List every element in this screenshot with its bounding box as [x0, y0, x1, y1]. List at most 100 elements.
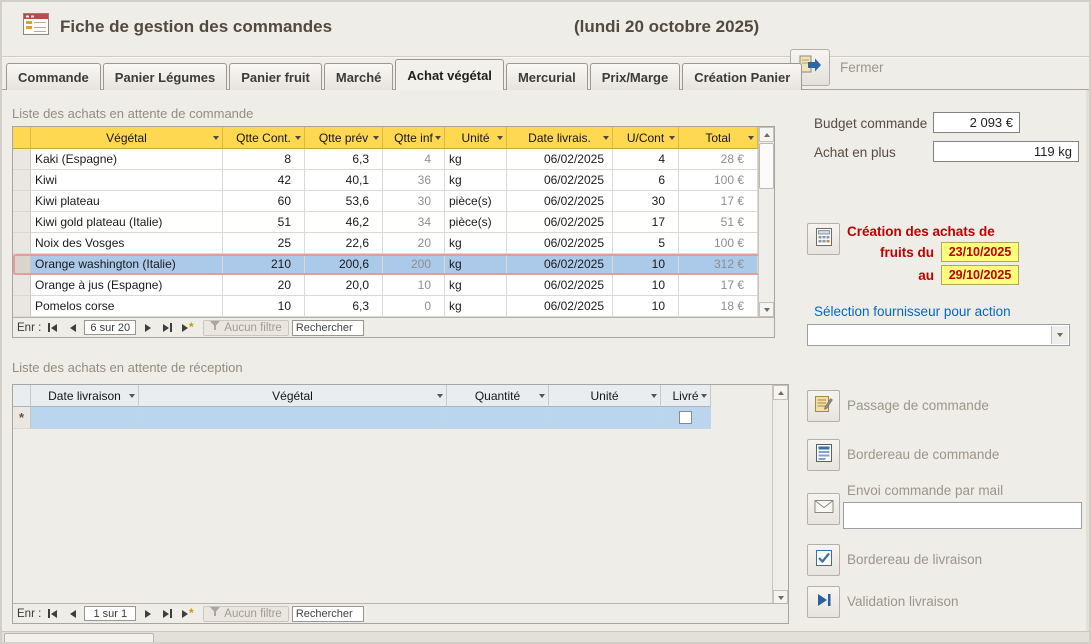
cell-qtte-inf[interactable]: 0: [383, 296, 445, 317]
filter-arrow-icon[interactable]: [129, 394, 135, 398]
cell-qtte-prev[interactable]: 53,6: [305, 191, 383, 212]
filter-arrow-icon[interactable]: [651, 394, 657, 398]
tab-creation-panier[interactable]: Création Panier: [682, 63, 802, 90]
cell-date-livraison[interactable]: [31, 407, 139, 429]
row-selector[interactable]: [13, 296, 31, 317]
scroll-down-icon[interactable]: [759, 302, 774, 317]
last-record-button[interactable]: [159, 320, 176, 335]
cell-total[interactable]: 18 €: [679, 296, 758, 317]
scrollbar-thumb[interactable]: [4, 633, 154, 644]
cell-qtte-prev[interactable]: 46,2: [305, 212, 383, 233]
cell-vegetal[interactable]: Kiwi: [31, 170, 223, 191]
last-record-button[interactable]: [159, 606, 176, 621]
column-header-unite[interactable]: Unité: [445, 127, 507, 149]
new-record-button[interactable]: *: [179, 606, 196, 621]
filter-arrow-icon[interactable]: [748, 136, 754, 140]
cell-total[interactable]: 100 €: [679, 233, 758, 254]
column-header-quantite[interactable]: Quantité: [447, 385, 549, 407]
cell-unite[interactable]: [549, 407, 661, 429]
create-purchases-button[interactable]: [807, 223, 840, 255]
chevron-down-icon[interactable]: [1051, 326, 1068, 344]
cell-date-livrais[interactable]: 06/02/2025: [507, 296, 613, 317]
cell-qtte-cont[interactable]: 60: [223, 191, 305, 212]
passage-commande-button[interactable]: [807, 390, 840, 422]
cell-unite[interactable]: kg: [445, 170, 507, 191]
next-record-button[interactable]: [139, 606, 156, 621]
row-selector[interactable]: [13, 170, 31, 191]
cell-qtte-inf[interactable]: 34: [383, 212, 445, 233]
filter-status-button[interactable]: Aucun filtre: [203, 606, 289, 622]
envoi-mail-button[interactable]: [807, 493, 840, 525]
cell-total[interactable]: 28 €: [679, 149, 758, 170]
cell-qtte-cont[interactable]: 8: [223, 149, 305, 170]
cell-vegetal[interactable]: Orange à jus (Espagne): [31, 275, 223, 296]
column-header-vegetal[interactable]: Végétal: [139, 385, 447, 407]
cell-qtte-prev[interactable]: 200,6: [305, 254, 383, 275]
cell-u-cont[interactable]: 10: [613, 275, 679, 296]
cell-date-livrais[interactable]: 06/02/2025: [507, 212, 613, 233]
cell-u-cont[interactable]: 5: [613, 233, 679, 254]
cell-qtte-inf[interactable]: 200: [383, 254, 445, 275]
cell-u-cont[interactable]: 10: [613, 296, 679, 317]
cell-qtte-inf[interactable]: 30: [383, 191, 445, 212]
cell-vegetal[interactable]: Noix des Vosges: [31, 233, 223, 254]
scrollbar-thumb[interactable]: [759, 143, 774, 189]
cell-date-livrais[interactable]: 06/02/2025: [507, 275, 613, 296]
cell-unite[interactable]: pièce(s): [445, 212, 507, 233]
cell-qtte-inf[interactable]: 10: [383, 275, 445, 296]
cell-qtte-prev[interactable]: 40,1: [305, 170, 383, 191]
row-selector[interactable]: [13, 191, 31, 212]
cell-qtte-cont[interactable]: 25: [223, 233, 305, 254]
cell-unite[interactable]: pièce(s): [445, 191, 507, 212]
cell-total[interactable]: 100 €: [679, 170, 758, 191]
cell-total[interactable]: 17 €: [679, 275, 758, 296]
cell-vegetal[interactable]: [139, 407, 447, 429]
column-header-u-cont[interactable]: U/Cont: [613, 127, 679, 149]
cell-u-cont[interactable]: 17: [613, 212, 679, 233]
record-position[interactable]: 6 sur 20: [84, 320, 136, 335]
column-header-unite[interactable]: Unité: [549, 385, 661, 407]
date-from-field[interactable]: 23/10/2025: [941, 242, 1019, 262]
tab-panier-legumes[interactable]: Panier Légumes: [103, 63, 227, 90]
cell-unite[interactable]: kg: [445, 275, 507, 296]
cell-u-cont[interactable]: 6: [613, 170, 679, 191]
budget-value-field[interactable]: 2 093 €: [933, 112, 1020, 133]
new-record-button[interactable]: *: [179, 320, 196, 335]
column-header-total[interactable]: Total: [679, 127, 758, 149]
cell-quantite[interactable]: [447, 407, 549, 429]
cell-qtte-prev[interactable]: 22,6: [305, 233, 383, 254]
column-header-date-livraison[interactable]: Date livraison: [31, 385, 139, 407]
filter-arrow-icon[interactable]: [373, 136, 379, 140]
filter-arrow-icon[interactable]: [539, 394, 545, 398]
cell-unite[interactable]: kg: [445, 233, 507, 254]
search-input[interactable]: [292, 606, 364, 622]
cell-date-livrais[interactable]: 06/02/2025: [507, 191, 613, 212]
first-record-button[interactable]: [44, 320, 61, 335]
cell-vegetal[interactable]: Kiwi plateau: [31, 191, 223, 212]
column-header-livre[interactable]: Livré: [661, 385, 711, 407]
cell-date-livrais[interactable]: 06/02/2025: [507, 233, 613, 254]
new-record-selector[interactable]: *: [13, 407, 31, 429]
vertical-scrollbar[interactable]: [758, 127, 774, 317]
cell-total[interactable]: 51 €: [679, 212, 758, 233]
tab-prix-marge[interactable]: Prix/Marge: [590, 63, 680, 90]
cell-qtte-cont[interactable]: 20: [223, 275, 305, 296]
cell-unite[interactable]: kg: [445, 254, 507, 275]
tab-commande[interactable]: Commande: [6, 63, 101, 90]
date-to-field[interactable]: 29/10/2025: [941, 265, 1019, 285]
validation-livraison-button[interactable]: [807, 586, 840, 618]
cell-qtte-cont[interactable]: 210: [223, 254, 305, 275]
cell-total[interactable]: 17 €: [679, 191, 758, 212]
cell-unite[interactable]: kg: [445, 296, 507, 317]
tab-marche[interactable]: Marché: [324, 63, 394, 90]
row-selector[interactable]: [13, 149, 31, 170]
bordereau-livraison-button[interactable]: [807, 544, 840, 576]
column-header-qtte-prev[interactable]: Qtte prév: [305, 127, 383, 149]
cell-date-livrais[interactable]: 06/02/2025: [507, 170, 613, 191]
cell-total[interactable]: 312 €: [679, 254, 758, 275]
filter-arrow-icon[interactable]: [497, 136, 503, 140]
scroll-up-icon[interactable]: [773, 385, 788, 400]
scroll-up-icon[interactable]: [759, 127, 774, 142]
row-selector[interactable]: [13, 254, 31, 275]
cell-qtte-prev[interactable]: 6,3: [305, 149, 383, 170]
